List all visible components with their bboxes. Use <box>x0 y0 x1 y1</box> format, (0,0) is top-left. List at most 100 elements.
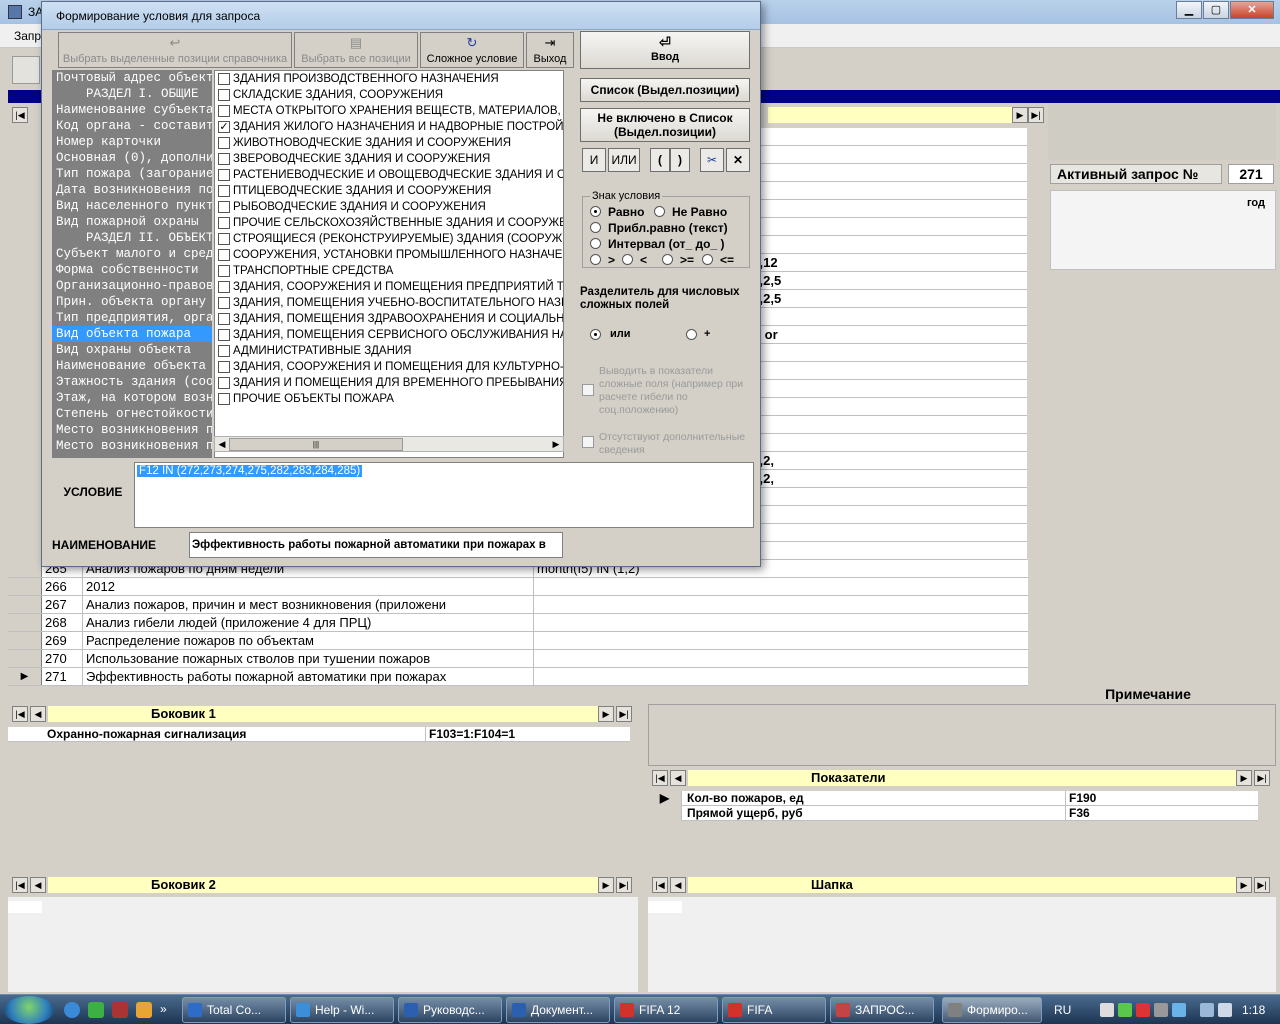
gt-radio[interactable] <box>590 254 601 265</box>
checkbox[interactable] <box>218 393 230 405</box>
field-item[interactable]: Этажность здания (соо <box>52 374 212 390</box>
field-item[interactable]: Вид объекта пожара <box>52 326 212 342</box>
checkbox[interactable] <box>218 329 230 341</box>
tray-icon[interactable] <box>1136 1003 1150 1017</box>
query-row[interactable]: 267 Анализ пожаров, причин и мест возникн… <box>8 596 1028 614</box>
field-item[interactable]: Код органа - составит <box>52 118 212 134</box>
last-record-icon[interactable]: ▶| <box>1028 107 1044 123</box>
checklist-item[interactable]: СКЛАДСКИЕ ЗДАНИЯ, СООРУЖЕНИЯ <box>215 87 563 103</box>
checklist-item[interactable]: РЫБОВОДЧЕСКИЕ ЗДАНИЯ И СООРУЖЕНИЯ <box>215 199 563 215</box>
no-extra-info-checkbox[interactable] <box>582 436 594 448</box>
checkbox[interactable] <box>218 361 230 373</box>
last-record-icon[interactable]: ▶| <box>616 706 632 722</box>
field-item[interactable]: Вид населенного пункт <box>52 198 212 214</box>
first-record-icon[interactable]: |◀ <box>652 877 668 893</box>
select-selected-button[interactable]: ↩ Выбрать выделенные позиции справочника <box>58 32 292 68</box>
last-record-icon[interactable]: ▶| <box>1254 770 1270 786</box>
query-row[interactable]: ▶ 271 Эффективность работы пожарной автома… <box>8 668 1028 686</box>
cut-icon[interactable]: ✂ <box>700 148 724 172</box>
minimize-button[interactable]: ▁ <box>1176 1 1202 19</box>
bokovik1-row[interactable]: Охранно-пожарная сигнализация F103=1:F10… <box>8 727 630 742</box>
taskbar-task[interactable]: Help - Wi... <box>290 997 394 1023</box>
taskbar-task[interactable]: Формиро... <box>942 997 1042 1023</box>
taskbar-task[interactable]: Документ... <box>506 997 610 1023</box>
checklist-item[interactable]: ЖИВОТНОВОДЧЕСКИЕ ЗДАНИЯ И СООРУЖЕНИЯ <box>215 135 563 151</box>
paren-close-button[interactable]: ) <box>670 148 690 172</box>
enter-button[interactable]: ⏎ Ввод <box>580 31 750 69</box>
output-complex-checkbox[interactable] <box>582 384 594 396</box>
language-indicator[interactable]: RU <box>1054 1003 1071 1017</box>
checkbox[interactable] <box>218 265 230 277</box>
checklist-item[interactable]: ЗДАНИЯ, СООРУЖЕНИЯ И ПОМЕЩЕНИЯ ДЛЯ КУЛЬТ… <box>215 359 563 375</box>
field-item[interactable]: Степень огнестойкости <box>52 406 212 422</box>
checkbox[interactable] <box>218 281 230 293</box>
query-row[interactable]: 270 Использование пожарных стволов при ту… <box>8 650 1028 668</box>
field-item[interactable]: Место возникновения п <box>52 422 212 438</box>
next-record-icon[interactable]: ▶ <box>598 877 614 893</box>
checkbox[interactable]: ✓ <box>218 121 230 133</box>
not-in-list-button[interactable]: Не включено в Список (Выдел.позиции) <box>580 108 750 142</box>
more-icon[interactable]: » <box>160 1002 176 1018</box>
network-icon[interactable] <box>1200 1003 1214 1017</box>
checkbox[interactable] <box>218 313 230 325</box>
approx-radio[interactable] <box>590 222 601 233</box>
checklist-item[interactable]: СТРОЯЩИЕСЯ (РЕКОНСТРУИРУЕМЫЕ) ЗДАНИЯ (СО… <box>215 231 563 247</box>
list-button[interactable]: Список (Выдел.позиции) <box>580 78 750 102</box>
next-record-icon[interactable]: ▶ <box>598 706 614 722</box>
field-item[interactable]: Дата возникновения по <box>52 182 212 198</box>
lt-radio[interactable] <box>622 254 633 265</box>
quicklaunch-icon[interactable] <box>136 1002 152 1018</box>
checklist-item[interactable]: ЗДАНИЯ, СООРУЖЕНИЯ И ПОМЕЩЕНИЯ ПРЕДПРИЯТ… <box>215 279 563 295</box>
year-field[interactable]: год <box>1050 190 1276 270</box>
complex-condition-button[interactable]: ↻ Сложное условие <box>420 32 524 68</box>
menu-item-query[interactable]: Запр <box>14 29 41 43</box>
checklist-item[interactable]: ТРАНСПОРТНЫЕ СРЕДСТВА <box>215 263 563 279</box>
ge-radio[interactable] <box>662 254 673 265</box>
horizontal-scrollbar[interactable]: ◀ ||| ▶ <box>214 436 564 452</box>
taskbar-task[interactable]: Руководс... <box>398 997 502 1023</box>
first-record-icon[interactable]: |◀ <box>652 770 668 786</box>
next-record-icon[interactable]: ▶ <box>1236 877 1252 893</box>
last-record-icon[interactable]: ▶| <box>616 877 632 893</box>
checkbox[interactable] <box>218 345 230 357</box>
checklist-item[interactable]: МЕСТА ОТКРЫТОГО ХРАНЕНИЯ ВЕЩЕСТВ, МАТЕРИ… <box>215 103 563 119</box>
checklist-item[interactable]: СООРУЖЕНИЯ, УСТАНОВКИ ПРОМЫШЛЕННОГО НАЗН… <box>215 247 563 263</box>
taskbar-task[interactable]: FIFA 12 <box>614 997 718 1023</box>
checklist-item[interactable]: ПТИЦЕВОДЧЕСКИЕ ЗДАНИЯ И СООРУЖЕНИЯ <box>215 183 563 199</box>
checklist-item[interactable]: ЗДАНИЯ ПРОИЗВОДСТВЕННОГО НАЗНАЧЕНИЯ <box>215 71 563 87</box>
paren-open-button[interactable]: ( <box>650 148 670 172</box>
quicklaunch-icon[interactable] <box>112 1002 128 1018</box>
field-item[interactable]: Тип предприятия, орга <box>52 310 212 326</box>
taskbar-task[interactable]: ЗАПРОС... <box>830 997 934 1023</box>
equal-radio[interactable] <box>590 206 601 217</box>
pokazateli-row[interactable]: Прямой ущерб, руб F36 <box>648 806 1258 821</box>
field-item[interactable]: Место возникновения п <box>52 438 212 454</box>
query-row[interactable]: 266 2012 <box>8 578 1028 596</box>
prev-record-icon[interactable]: ◀ <box>30 706 46 722</box>
name-field[interactable]: Эффективность работы пожарной автоматики… <box>189 532 563 558</box>
separator-or-radio[interactable] <box>590 329 601 340</box>
fields-list[interactable]: Почтовый адрес объект РАЗДЕЛ I. ОБЩИЕ Наи… <box>52 70 212 458</box>
and-button[interactable]: И <box>582 148 606 172</box>
checklist-item[interactable]: ЗДАНИЯ И ПОМЕЩЕНИЯ ДЛЯ ВРЕМЕННОГО ПРЕБЫВ… <box>215 375 563 391</box>
condition-field[interactable]: F12 IN (272,273,274,275,282,283,284,285) <box>134 462 754 528</box>
maximize-button[interactable]: ▢ <box>1203 1 1229 19</box>
field-item[interactable]: Организационно-правов <box>52 278 212 294</box>
field-item[interactable]: Наименование объекта <box>52 358 212 374</box>
checkbox[interactable] <box>218 201 230 213</box>
browser-icon[interactable] <box>64 1002 80 1018</box>
or-button[interactable]: ИЛИ <box>608 148 640 172</box>
select-all-button[interactable]: ▤ Выбрать все позиции <box>294 32 418 68</box>
field-item[interactable]: Этаж, на котором возн <box>52 390 212 406</box>
tray-icon[interactable] <box>1172 1003 1186 1017</box>
reference-checklist[interactable]: ЗДАНИЯ ПРОИЗВОДСТВЕННОГО НАЗНАЧЕНИЯ СКЛАД… <box>214 70 564 458</box>
field-item[interactable]: Тип пожара (загорание <box>52 166 212 182</box>
checklist-item[interactable]: ПРОЧИЕ ОБЪЕКТЫ ПОЖАРА <box>215 391 563 407</box>
le-radio[interactable] <box>702 254 713 265</box>
interval-radio[interactable] <box>590 238 601 249</box>
prev-record-icon[interactable]: ◀ <box>30 877 46 893</box>
checkbox[interactable] <box>218 377 230 389</box>
toolbar-button[interactable] <box>12 56 40 84</box>
field-item[interactable]: Вид пожарной охраны <box>52 214 212 230</box>
field-item[interactable]: Наименование субъекта <box>52 102 212 118</box>
